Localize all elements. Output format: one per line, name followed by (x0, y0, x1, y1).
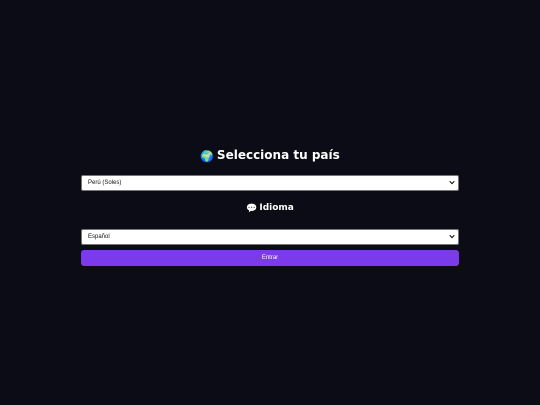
globe-icon: 🌍 (200, 150, 214, 163)
chevron-down-icon (449, 234, 455, 239)
language-heading-text: Idioma (259, 203, 294, 213)
enter-button[interactable]: Entrar (81, 250, 459, 266)
country-heading: 🌍 Selecciona tu país (0, 146, 540, 166)
chevron-down-icon (449, 180, 455, 185)
country-select-value: Perú (Soles) (88, 180, 122, 186)
language-select[interactable]: Español (81, 229, 459, 245)
country-language-screen: 🌍 Selecciona tu país Perú (Soles) 💬 Idioma… (0, 0, 540, 405)
speech-bubble-icon: 💬 (246, 204, 258, 214)
country-select[interactable]: Perú (Soles) (81, 175, 459, 191)
language-heading: 💬 Idioma (0, 201, 540, 216)
country-heading-text: Selecciona tu país (216, 148, 340, 162)
language-select-value: Español (88, 234, 110, 240)
